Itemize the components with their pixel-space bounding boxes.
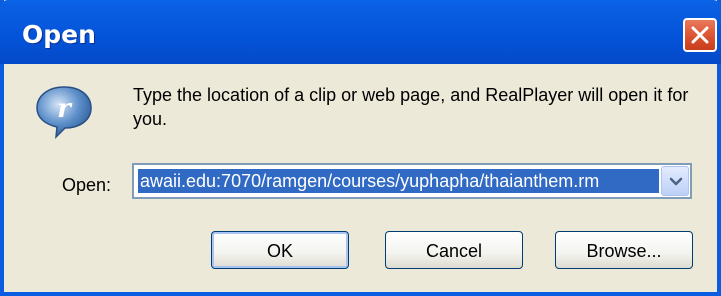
svg-text:r: r [57, 94, 73, 124]
close-icon [691, 26, 709, 44]
location-input[interactable]: awaii.edu:7070/ramgen/courses/yuphapha/t… [138, 169, 659, 193]
dialog-message: Type the location of a clip or web page,… [133, 85, 689, 129]
close-button[interactable] [683, 18, 717, 52]
dropdown-button[interactable] [661, 166, 689, 196]
window-title: Open [22, 20, 96, 49]
open-label: Open: [62, 175, 112, 195]
browse-button[interactable]: Browse... [555, 231, 693, 269]
chevron-down-icon [669, 177, 683, 186]
ok-button[interactable]: OK [211, 231, 349, 269]
cancel-button[interactable]: Cancel [385, 231, 523, 269]
title-bar[interactable]: Open [0, 0, 721, 64]
location-combobox[interactable]: awaii.edu:7070/ramgen/courses/yuphapha/t… [132, 163, 692, 199]
realplayer-icon: r [36, 86, 92, 140]
